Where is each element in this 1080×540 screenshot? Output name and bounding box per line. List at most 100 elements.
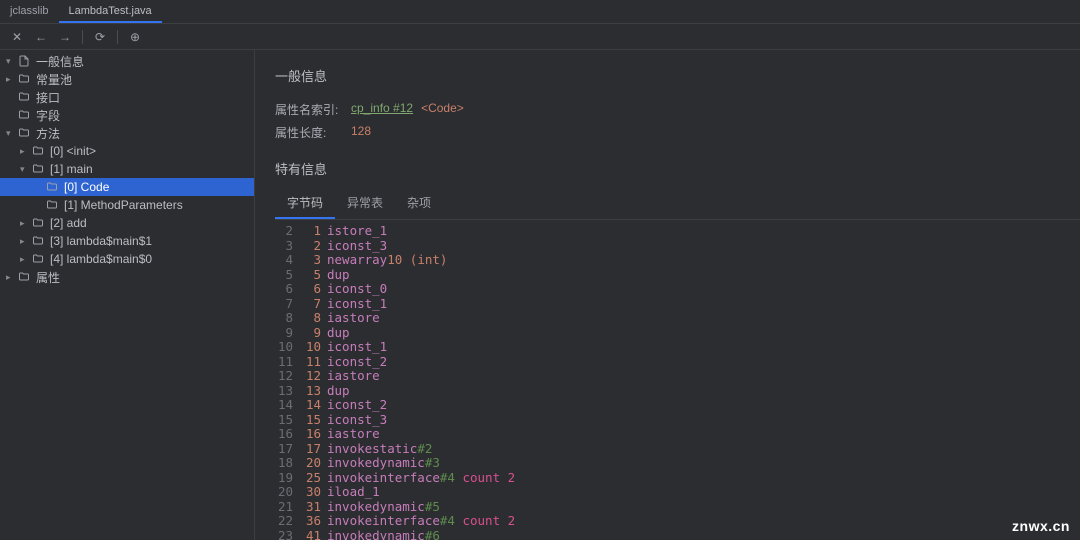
tree-item[interactable]: ▸属性 <box>0 268 254 286</box>
line-number: 3 <box>275 239 301 254</box>
folder-icon <box>32 145 46 157</box>
bytecode-listing[interactable]: 21 istore_132 iconst_343 newarray 10 (in… <box>275 224 1080 540</box>
forward-icon[interactable]: → <box>58 30 72 44</box>
tree-item[interactable]: 字段 <box>0 106 254 124</box>
tree-item[interactable]: [0] Code <box>0 178 254 196</box>
comment <box>440 456 448 471</box>
tree-item[interactable]: ▾[1] main <box>0 160 254 178</box>
line-number: 21 <box>275 500 301 515</box>
chevron-icon[interactable]: ▸ <box>20 218 32 229</box>
line-number: 7 <box>275 297 301 312</box>
web-icon[interactable]: ⊕ <box>128 30 142 44</box>
divider <box>82 30 83 44</box>
mnemonic: iastore <box>327 427 380 442</box>
bytecode-row[interactable]: 1010 iconst_1 <box>275 340 1080 355</box>
bytecode-row[interactable]: 66 iconst_0 <box>275 282 1080 297</box>
mnemonic: iconst_0 <box>327 282 387 297</box>
byte-offset: 16 <box>301 427 327 442</box>
chevron-icon[interactable]: ▾ <box>6 56 18 67</box>
bytecode-row[interactable]: 2341 invokedynamic #6 <box>275 529 1080 540</box>
bytecode-row[interactable]: 88 iastore <box>275 311 1080 326</box>
bytecode-row[interactable]: 1212 iastore <box>275 369 1080 384</box>
mnemonic: invokedynamic <box>327 456 425 471</box>
mnemonic: iastore <box>327 369 380 384</box>
close-icon[interactable]: ✕ <box>10 30 24 44</box>
line-number: 17 <box>275 442 301 457</box>
tab-jclasslib[interactable]: jclasslib <box>0 0 59 23</box>
bytecode-row[interactable]: 1717 invokestatic #2 <box>275 442 1080 457</box>
byte-offset: 31 <box>301 500 327 515</box>
line-number: 8 <box>275 311 301 326</box>
back-icon[interactable]: ← <box>34 30 48 44</box>
cp-arg[interactable]: #4 <box>440 471 455 486</box>
bytecode-row[interactable]: 1313 dup <box>275 384 1080 399</box>
folder-icon <box>18 73 32 85</box>
bytecode-row[interactable]: 32 iconst_3 <box>275 239 1080 254</box>
line-number: 14 <box>275 398 301 413</box>
bytecode-row[interactable]: 1820 invokedynamic #3 <box>275 456 1080 471</box>
chevron-icon[interactable]: ▾ <box>20 164 32 175</box>
refresh-icon[interactable]: ⟳ <box>93 30 107 44</box>
tree-item[interactable]: 接口 <box>0 88 254 106</box>
mnemonic: invokestatic <box>327 442 417 457</box>
bytecode-row[interactable]: 2131 invokedynamic #5 <box>275 500 1080 515</box>
bytecode-row[interactable]: 21 istore_1 <box>275 224 1080 239</box>
folder-icon <box>32 253 46 265</box>
attr-len-row: 属性长度: 128 <box>275 124 1080 141</box>
chevron-icon[interactable]: ▸ <box>6 272 18 283</box>
byte-offset: 17 <box>301 442 327 457</box>
operand: 10 (int) <box>387 253 447 268</box>
tree-item[interactable]: ▸[2] add <box>0 214 254 232</box>
mnemonic: iconst_3 <box>327 239 387 254</box>
bytecode-row[interactable]: 1414 iconst_2 <box>275 398 1080 413</box>
mnemonic: istore_1 <box>327 224 387 239</box>
bytecode-row[interactable]: 55 dup <box>275 268 1080 283</box>
bytecode-row[interactable]: 1616 iastore <box>275 427 1080 442</box>
chevron-icon[interactable]: ▸ <box>20 146 32 157</box>
bytecode-row[interactable]: 43 newarray 10 (int) <box>275 253 1080 268</box>
toolbar: ✕ ← → ⟳ ⊕ <box>0 24 1080 50</box>
bytecode-row[interactable]: 1111 iconst_2 <box>275 355 1080 370</box>
mnemonic: invokeinterface <box>327 514 440 529</box>
chevron-icon[interactable]: ▸ <box>20 254 32 265</box>
bytecode-row[interactable]: 77 iconst_1 <box>275 297 1080 312</box>
line-number: 20 <box>275 485 301 500</box>
tree-item[interactable]: ▾一般信息 <box>0 52 254 70</box>
subtab-misc[interactable]: 杂项 <box>395 188 443 219</box>
chevron-icon[interactable]: ▾ <box>6 128 18 139</box>
tab-file[interactable]: LambdaTest.java <box>59 0 162 23</box>
tree-item[interactable]: ▸[3] lambda$main$1 <box>0 232 254 250</box>
cp-info-link[interactable]: cp_info #12 <box>351 101 413 118</box>
tree-item[interactable]: ▾方法 <box>0 124 254 142</box>
bytecode-row[interactable]: 99 dup <box>275 326 1080 341</box>
folder-icon <box>32 163 46 175</box>
tree-item[interactable]: ▸常量池 <box>0 70 254 88</box>
bytecode-row[interactable]: 2236 invokeinterface #4 count 2 <box>275 514 1080 529</box>
mnemonic: invokedynamic <box>327 529 425 540</box>
mnemonic: iconst_1 <box>327 297 387 312</box>
tree-item[interactable]: ▸ [4] lambda$main$0 <box>0 250 254 268</box>
tree-item[interactable]: [1] MethodParameters <box>0 196 254 214</box>
subtab-exception[interactable]: 异常表 <box>335 188 395 219</box>
chevron-icon[interactable]: ▸ <box>20 236 32 247</box>
bytecode-row[interactable]: 1925 invokeinterface #4 count 2 <box>275 471 1080 486</box>
cp-arg[interactable]: #4 <box>440 514 455 529</box>
folder-icon <box>18 109 32 121</box>
byte-offset: 6 <box>301 282 327 297</box>
chevron-icon[interactable]: ▸ <box>6 74 18 85</box>
comment <box>440 500 448 515</box>
cp-arg[interactable]: #6 <box>425 529 440 540</box>
cp-arg[interactable]: #3 <box>425 456 440 471</box>
tree-item-label: [4] lambda$main$0 <box>50 252 152 266</box>
cp-arg[interactable]: #2 <box>417 442 432 457</box>
bytecode-row[interactable]: 1515 iconst_3 <box>275 413 1080 428</box>
line-number: 13 <box>275 384 301 399</box>
tree-item-label: 接口 <box>36 89 60 106</box>
byte-offset: 7 <box>301 297 327 312</box>
cp-arg[interactable]: #5 <box>425 500 440 515</box>
byte-offset: 12 <box>301 369 327 384</box>
byte-offset: 5 <box>301 268 327 283</box>
bytecode-row[interactable]: 2030 iload_1 <box>275 485 1080 500</box>
subtab-bytecode[interactable]: 字节码 <box>275 188 335 219</box>
tree-item[interactable]: ▸[0] <init> <box>0 142 254 160</box>
